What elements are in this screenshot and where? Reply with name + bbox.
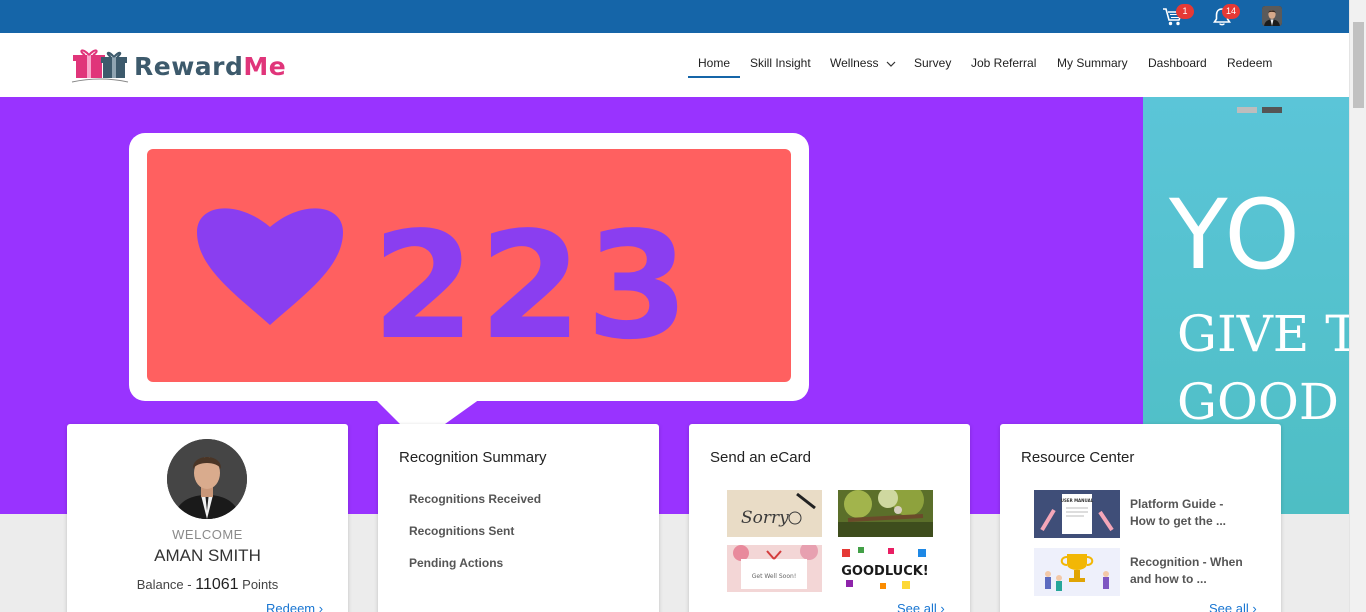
points-value: 11061 <box>195 576 239 593</box>
chevron-down-icon <box>886 61 896 67</box>
carousel-dot-2[interactable] <box>1262 107 1282 113</box>
nav-home[interactable]: Home <box>698 56 730 70</box>
resource-center-card: Resource Center USER MANUAL Platform Gui… <box>1000 424 1281 612</box>
like-count-bubble-graphic: 223 <box>129 133 809 424</box>
user-avatar-menu[interactable] <box>1262 6 1282 26</box>
cart-count-badge: 1 <box>1176 4 1194 19</box>
see-all-ecards-link[interactable]: See all › <box>897 601 945 612</box>
points-balance: Balance - 11061 Points <box>136 576 279 593</box>
nav-job-referral[interactable]: Job Referral <box>971 56 1036 70</box>
recognitions-received-link[interactable]: Recognitions Received <box>409 492 541 506</box>
like-count-text: 223 <box>372 200 693 372</box>
nav-dashboard[interactable]: Dashboard <box>1148 56 1207 70</box>
resource-platform-guide-link[interactable]: Platform Guide - How to get the ... <box>1130 496 1260 530</box>
get-well-card-image: Get Well Soon! <box>727 545 822 592</box>
cart-button[interactable]: 1 <box>1160 0 1194 33</box>
nav-wellness[interactable]: Wellness <box>830 56 896 70</box>
user-photo-icon <box>1262 6 1282 26</box>
top-utility-bar: 1 14 <box>0 0 1366 33</box>
recognitions-sent-link[interactable]: Recognitions Sent <box>409 524 514 538</box>
recognition-summary-card: Recognition Summary Recognitions Receive… <box>378 424 659 612</box>
good-luck-card-image: GOODLUCK! <box>838 545 933 592</box>
card-title: Send an eCard <box>710 449 811 466</box>
card-title: Recognition Summary <box>399 449 547 466</box>
resource-thumb-platform-guide[interactable]: USER MANUAL <box>1034 490 1120 538</box>
nav-my-summary[interactable]: My Summary <box>1057 56 1128 70</box>
profile-avatar[interactable] <box>167 439 247 519</box>
send-ecard-card: Send an eCard Sorry Get Well Soon! GOODL… <box>689 424 970 612</box>
gift-boxes-icon <box>71 49 129 83</box>
slide-title: YO <box>1169 179 1302 291</box>
sorry-card-image: Sorry <box>727 490 822 537</box>
welcome-card: WELCOME AMAN SMITH Balance - 11061 Point… <box>67 424 348 612</box>
svg-text:Get Well Soon!: Get Well Soon! <box>752 573 796 580</box>
ecard-nature[interactable] <box>838 490 933 537</box>
nav-active-indicator <box>688 76 740 78</box>
user-manual-image: USER MANUAL <box>1034 490 1120 538</box>
welcome-label: WELCOME <box>172 527 243 542</box>
profile-photo-icon <box>167 439 247 519</box>
notifications-button[interactable]: 14 <box>1210 0 1240 33</box>
redeem-link[interactable]: Redeem › <box>266 601 323 612</box>
svg-text:USER MANUAL: USER MANUAL <box>1061 498 1094 503</box>
slide-subtitle-line1: GIVE TH <box>1177 305 1349 363</box>
notifications-count-badge: 14 <box>1222 4 1240 19</box>
carousel-dot-1[interactable] <box>1237 107 1257 113</box>
nature-card-image <box>838 490 933 537</box>
nav-skill-insight[interactable]: Skill Insight <box>750 56 811 70</box>
user-name: AMAN SMITH <box>154 546 261 565</box>
resource-thumb-recognition[interactable] <box>1034 548 1120 596</box>
ecard-good-luck[interactable]: GOODLUCK! <box>838 545 933 592</box>
carousel-indicators <box>1237 107 1287 114</box>
ecard-get-well-soon[interactable]: Get Well Soon! <box>727 545 822 592</box>
see-all-resources-link[interactable]: See all › <box>1209 601 1257 612</box>
page-scrollbar[interactable] <box>1349 0 1366 612</box>
logo-wordmark: RewardMe <box>134 52 287 81</box>
slide-subtitle-line2: GOOD <box>1177 373 1340 431</box>
svg-text:Sorry: Sorry <box>741 508 789 528</box>
nav-survey[interactable]: Survey <box>914 56 951 70</box>
nav-redeem[interactable]: Redeem <box>1227 56 1272 70</box>
resource-recognition-link[interactable]: Recognition - When and how to ... <box>1130 554 1260 588</box>
card-title: Resource Center <box>1021 449 1135 466</box>
ecard-sorry[interactable]: Sorry <box>727 490 822 537</box>
rewardme-logo[interactable]: RewardMe <box>70 45 286 85</box>
pending-actions-link[interactable]: Pending Actions <box>409 556 503 570</box>
scrollbar-thumb[interactable] <box>1353 22 1364 108</box>
trophy-image <box>1034 548 1120 596</box>
svg-text:GOODLUCK!: GOODLUCK! <box>841 564 928 579</box>
main-header: RewardMe Home Skill Insight Wellness Sur… <box>0 33 1349 97</box>
